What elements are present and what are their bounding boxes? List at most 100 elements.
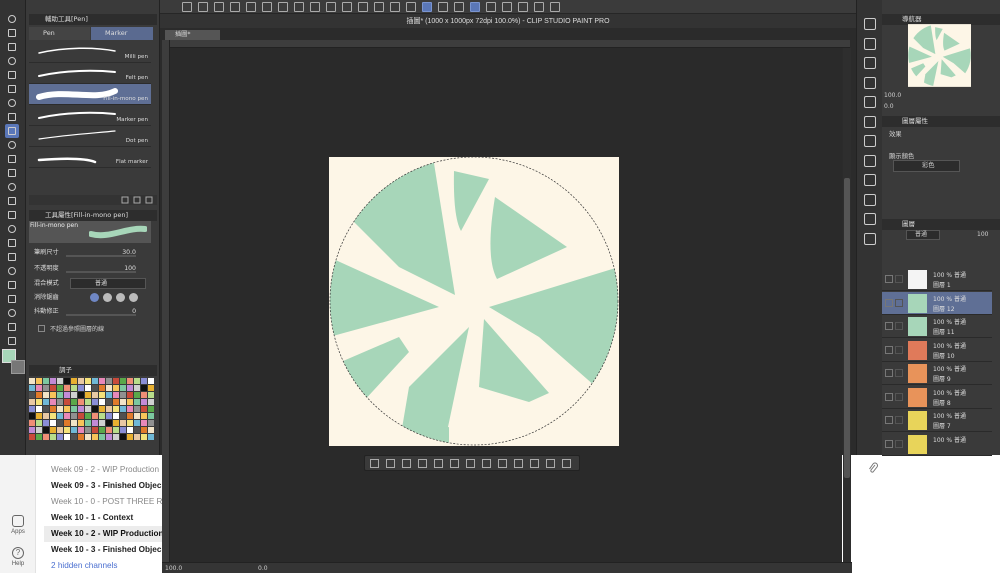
brush-item[interactable]: Marker pen bbox=[29, 105, 151, 126]
property-row[interactable]: 消除鋸齒 bbox=[34, 291, 152, 304]
command-button[interactable] bbox=[246, 2, 256, 12]
tool-button[interactable] bbox=[5, 40, 19, 54]
reference-layer-checkbox[interactable]: 不超過參照圖層的線 bbox=[34, 323, 152, 334]
tool-button[interactable] bbox=[5, 194, 19, 208]
visibility-icon[interactable] bbox=[885, 275, 893, 283]
brush-item[interactable]: Flat marker bbox=[29, 147, 151, 168]
selection-command-button[interactable] bbox=[418, 459, 427, 468]
tool-button[interactable] bbox=[5, 26, 19, 40]
channel-item[interactable]: Week 10 - 0 - POST THREE RU bbox=[44, 494, 164, 510]
tool-button[interactable] bbox=[5, 68, 19, 82]
property-row[interactable]: 筆刷尺寸 30.0 bbox=[34, 246, 152, 259]
panel-toggle-button[interactable] bbox=[864, 57, 876, 69]
layer-row[interactable]: 100 % 普通 圖層 12 bbox=[882, 291, 992, 315]
tool-button[interactable] bbox=[5, 166, 19, 180]
tool-button[interactable] bbox=[5, 54, 19, 68]
color-palette-grid[interactable] bbox=[29, 378, 155, 441]
tool-button[interactable] bbox=[5, 306, 19, 320]
command-button[interactable] bbox=[326, 2, 336, 12]
tab-marker[interactable]: Marker bbox=[91, 27, 153, 40]
lock-icon[interactable] bbox=[895, 345, 903, 354]
layer-row[interactable]: 100 % 普通 圖層 8 bbox=[882, 385, 992, 409]
panel-toggle-button[interactable] bbox=[864, 193, 876, 206]
antialias-option[interactable] bbox=[116, 293, 125, 302]
tool-button[interactable] bbox=[5, 264, 19, 278]
antialias-option[interactable] bbox=[90, 293, 99, 302]
channel-item[interactable]: Week 09 - 3 - Finished Objec bbox=[44, 478, 164, 494]
help-button[interactable]: ? Help bbox=[6, 547, 30, 567]
tool-button[interactable] bbox=[5, 222, 19, 236]
selection-command-button[interactable] bbox=[546, 459, 555, 468]
layer-row[interactable]: 100 % 普通 圖層 10 bbox=[882, 338, 992, 362]
command-button[interactable] bbox=[486, 2, 496, 12]
selection-command-button[interactable] bbox=[530, 459, 539, 468]
scroll-thumb[interactable] bbox=[844, 178, 850, 478]
tool-button[interactable] bbox=[5, 138, 19, 152]
selection-command-button[interactable] bbox=[402, 459, 411, 468]
channel-item[interactable]: Week 10 - 1 - Context bbox=[44, 510, 164, 526]
command-button[interactable] bbox=[294, 2, 304, 12]
tool-button[interactable] bbox=[5, 110, 19, 124]
lock-icon[interactable] bbox=[895, 392, 903, 401]
visibility-icon[interactable] bbox=[885, 439, 893, 448]
tool-button[interactable] bbox=[5, 12, 19, 26]
layer-row[interactable]: 100 % 普通 圖層 1 bbox=[882, 268, 992, 291]
lock-icon[interactable] bbox=[895, 275, 903, 283]
panel-toggle-button[interactable] bbox=[864, 96, 876, 108]
antialias-option[interactable] bbox=[129, 293, 138, 302]
selection-command-button[interactable] bbox=[370, 459, 379, 468]
selection-command-button[interactable] bbox=[434, 459, 443, 468]
selection-command-button[interactable] bbox=[514, 459, 523, 468]
layer-row[interactable]: 100 % 普通 圖層 11 bbox=[882, 315, 992, 338]
panel-toggle-button[interactable] bbox=[864, 37, 876, 50]
tool-button[interactable] bbox=[5, 82, 19, 96]
channel-item[interactable]: Week 10 - 3 - Finished Objec bbox=[44, 542, 164, 558]
brush-item[interactable]: Felt pen bbox=[29, 63, 151, 84]
canvas-document[interactable] bbox=[329, 157, 619, 446]
tool-button[interactable] bbox=[5, 334, 19, 348]
lock-icon[interactable] bbox=[895, 439, 903, 448]
command-button[interactable] bbox=[358, 2, 368, 12]
command-button[interactable] bbox=[390, 2, 400, 12]
layer-row[interactable]: 100 % 普通 圖層 7 bbox=[882, 409, 992, 432]
lock-icon[interactable] bbox=[895, 322, 903, 330]
selection-command-button[interactable] bbox=[450, 459, 459, 468]
lock-icon[interactable] bbox=[895, 416, 903, 424]
command-button[interactable] bbox=[550, 2, 560, 12]
panel-toggle-button[interactable] bbox=[864, 174, 876, 186]
tool-button[interactable] bbox=[5, 250, 19, 264]
visibility-icon[interactable] bbox=[885, 416, 893, 424]
brush-item[interactable]: Fill-in-mono pen bbox=[29, 84, 151, 105]
tool-button[interactable] bbox=[5, 320, 19, 334]
command-button[interactable] bbox=[502, 2, 512, 12]
tool-button[interactable] bbox=[5, 292, 19, 306]
command-button[interactable] bbox=[230, 2, 240, 12]
zoom-value[interactable]: 100.0 bbox=[165, 563, 182, 573]
blend-mode-select[interactable]: 普通 bbox=[70, 278, 146, 289]
antialias-option[interactable] bbox=[103, 293, 112, 302]
command-button[interactable] bbox=[518, 2, 528, 12]
tool-button[interactable] bbox=[5, 96, 19, 110]
command-button[interactable] bbox=[470, 2, 480, 12]
navigator-zoom[interactable]: 100.0 bbox=[884, 92, 901, 99]
brush-item[interactable]: Dot pen bbox=[29, 126, 151, 147]
blend-mode-dropdown[interactable]: 普通 bbox=[906, 230, 940, 240]
command-button[interactable] bbox=[422, 2, 432, 12]
command-button[interactable] bbox=[438, 2, 448, 12]
tab-pen[interactable]: Pen bbox=[29, 27, 90, 40]
channel-item[interactable]: Week 10 - 2 - WIP Production bbox=[44, 526, 164, 542]
hidden-channels-link[interactable]: 2 hidden channels bbox=[44, 558, 164, 573]
selection-command-button[interactable] bbox=[386, 459, 395, 468]
visibility-icon[interactable] bbox=[885, 392, 893, 401]
panel-toggle-button[interactable] bbox=[864, 135, 876, 147]
command-button[interactable] bbox=[310, 2, 320, 12]
tool-button[interactable] bbox=[5, 152, 19, 166]
panel-toggle-button[interactable] bbox=[864, 76, 876, 89]
lock-icon[interactable] bbox=[895, 369, 903, 377]
sub-color-swatch[interactable] bbox=[11, 360, 25, 374]
display-color-dropdown[interactable]: 彩色 bbox=[893, 160, 960, 172]
layer-opacity[interactable]: 100 bbox=[977, 231, 988, 238]
property-row[interactable]: 不透明度 100 bbox=[34, 262, 152, 275]
visibility-icon[interactable] bbox=[885, 345, 893, 354]
lock-icon[interactable] bbox=[895, 298, 903, 307]
